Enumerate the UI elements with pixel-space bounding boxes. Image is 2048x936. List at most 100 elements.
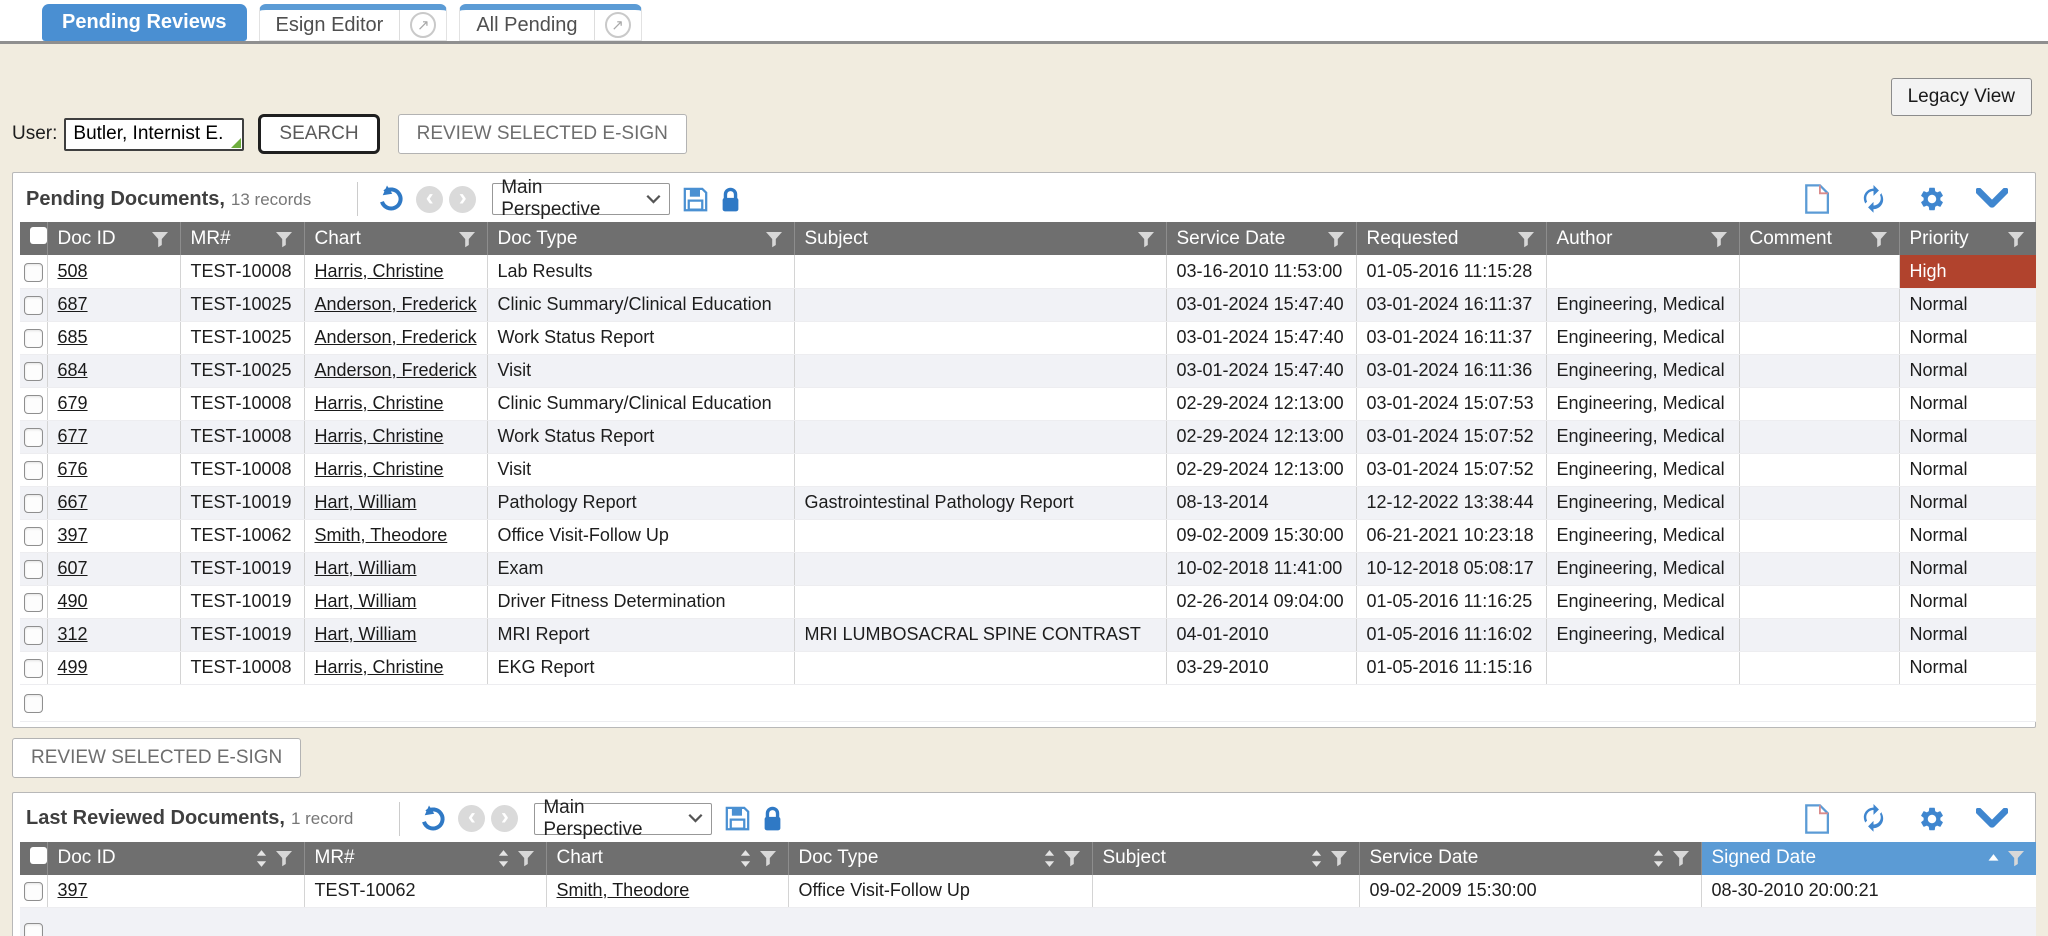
new-document-icon[interactable] bbox=[1804, 804, 1829, 834]
chart-link[interactable]: Harris, Christine bbox=[315, 261, 444, 281]
select-all-checkbox[interactable] bbox=[20, 222, 47, 255]
next-perspective-icon[interactable]: › bbox=[449, 186, 476, 213]
refresh-icon[interactable] bbox=[1859, 185, 1888, 214]
gear-icon[interactable] bbox=[1918, 185, 1946, 213]
doc-id-link[interactable]: 397 bbox=[58, 880, 88, 900]
filter-icon[interactable] bbox=[758, 848, 778, 868]
lock-icon[interactable] bbox=[719, 186, 742, 213]
sort-icon[interactable] bbox=[497, 848, 510, 869]
chart-link[interactable]: Harris, Christine bbox=[315, 657, 444, 677]
chart-link[interactable]: Hart, William bbox=[315, 591, 417, 611]
col-header-signed-date[interactable]: Signed Date bbox=[1701, 842, 2036, 875]
row-checkbox[interactable] bbox=[24, 461, 43, 480]
chart-link[interactable]: Smith, Theodore bbox=[557, 880, 690, 900]
col-header-chart[interactable]: Chart bbox=[546, 842, 788, 875]
filter-icon[interactable] bbox=[764, 229, 784, 249]
sort-icon[interactable] bbox=[739, 848, 752, 869]
filter-icon[interactable] bbox=[1709, 229, 1729, 249]
col-header-service-date[interactable]: Service Date bbox=[1359, 842, 1701, 875]
tab-esign-editor[interactable]: Esign Editor ↗ bbox=[259, 4, 448, 41]
row-checkbox[interactable] bbox=[24, 362, 43, 381]
col-header-mr[interactable]: MR# bbox=[304, 842, 546, 875]
gear-icon[interactable] bbox=[1918, 805, 1946, 833]
doc-id-link[interactable]: 687 bbox=[58, 294, 88, 314]
chart-link[interactable]: Hart, William bbox=[315, 492, 417, 512]
col-header-doc-type[interactable]: Doc Type bbox=[788, 842, 1092, 875]
col-header-doc-id[interactable]: Doc ID bbox=[47, 842, 304, 875]
doc-id-link[interactable]: 667 bbox=[58, 492, 88, 512]
doc-id-link[interactable]: 397 bbox=[58, 525, 88, 545]
sort-icon[interactable] bbox=[255, 848, 268, 869]
chart-link[interactable]: Hart, William bbox=[315, 558, 417, 578]
row-checkbox[interactable] bbox=[24, 329, 43, 348]
prev-perspective-icon[interactable]: ‹ bbox=[458, 805, 485, 832]
prev-perspective-icon[interactable]: ‹ bbox=[416, 186, 443, 213]
row-checkbox[interactable] bbox=[24, 560, 43, 579]
save-perspective-icon[interactable] bbox=[724, 805, 751, 832]
filter-icon[interactable] bbox=[457, 229, 477, 249]
next-perspective-icon[interactable]: › bbox=[491, 805, 518, 832]
doc-id-link[interactable]: 499 bbox=[58, 657, 88, 677]
doc-id-link[interactable]: 312 bbox=[58, 624, 88, 644]
user-input[interactable] bbox=[64, 118, 244, 151]
chart-link[interactable]: Hart, William bbox=[315, 624, 417, 644]
chart-link[interactable]: Anderson, Frederick bbox=[315, 327, 477, 347]
perspective-select[interactable]: Main Perspective bbox=[534, 803, 712, 835]
col-header-subject[interactable]: Subject bbox=[1092, 842, 1359, 875]
collapse-chevron-icon[interactable] bbox=[1976, 808, 2008, 830]
filter-icon[interactable] bbox=[2006, 229, 2026, 249]
filter-icon[interactable] bbox=[1516, 229, 1536, 249]
filter-icon[interactable] bbox=[2006, 848, 2026, 868]
select-all-checkbox[interactable] bbox=[20, 842, 47, 875]
row-checkbox[interactable] bbox=[24, 923, 43, 936]
chart-link[interactable]: Anderson, Frederick bbox=[315, 360, 477, 380]
collapse-chevron-icon[interactable] bbox=[1976, 188, 2008, 210]
filter-icon[interactable] bbox=[516, 848, 536, 868]
filter-icon[interactable] bbox=[274, 229, 294, 249]
lock-icon[interactable] bbox=[761, 805, 784, 832]
tab-pending-reviews[interactable]: Pending Reviews bbox=[42, 4, 247, 41]
popout-button[interactable]: ↗ bbox=[594, 10, 641, 40]
row-checkbox[interactable] bbox=[24, 296, 43, 315]
filter-icon[interactable] bbox=[1062, 848, 1082, 868]
doc-id-link[interactable]: 679 bbox=[58, 393, 88, 413]
sort-icon[interactable] bbox=[1310, 848, 1323, 869]
filter-icon[interactable] bbox=[1136, 229, 1156, 249]
review-selected-button-top[interactable]: REVIEW SELECTED E-SIGN bbox=[398, 114, 687, 154]
row-checkbox[interactable] bbox=[24, 494, 43, 513]
row-checkbox[interactable] bbox=[24, 626, 43, 645]
sort-icon[interactable] bbox=[1043, 848, 1056, 869]
filter-icon[interactable] bbox=[1671, 848, 1691, 868]
legacy-view-button[interactable]: Legacy View bbox=[1891, 78, 2032, 116]
row-checkbox[interactable] bbox=[24, 882, 43, 901]
reset-perspective-icon[interactable] bbox=[376, 184, 406, 214]
new-document-icon[interactable] bbox=[1804, 184, 1829, 214]
chart-link[interactable]: Smith, Theodore bbox=[315, 525, 448, 545]
doc-id-link[interactable]: 685 bbox=[58, 327, 88, 347]
row-checkbox[interactable] bbox=[24, 694, 43, 713]
perspective-select[interactable]: Main Perspective bbox=[492, 183, 670, 215]
doc-id-link[interactable]: 508 bbox=[58, 261, 88, 281]
chart-link[interactable]: Harris, Christine bbox=[315, 393, 444, 413]
reset-perspective-icon[interactable] bbox=[418, 804, 448, 834]
chart-link[interactable]: Harris, Christine bbox=[315, 459, 444, 479]
chart-link[interactable]: Harris, Christine bbox=[315, 426, 444, 446]
filter-icon[interactable] bbox=[1869, 229, 1889, 249]
filter-icon[interactable] bbox=[1326, 229, 1346, 249]
doc-id-link[interactable]: 684 bbox=[58, 360, 88, 380]
doc-id-link[interactable]: 490 bbox=[58, 591, 88, 611]
row-checkbox[interactable] bbox=[24, 428, 43, 447]
filter-icon[interactable] bbox=[274, 848, 294, 868]
sort-asc-icon[interactable] bbox=[1987, 852, 2000, 865]
row-checkbox[interactable] bbox=[24, 659, 43, 678]
search-button[interactable]: SEARCH bbox=[258, 114, 379, 154]
doc-id-link[interactable]: 676 bbox=[58, 459, 88, 479]
row-checkbox[interactable] bbox=[24, 263, 43, 282]
tab-all-pending[interactable]: All Pending ↗ bbox=[459, 4, 641, 41]
save-perspective-icon[interactable] bbox=[682, 186, 709, 213]
popout-button[interactable]: ↗ bbox=[399, 10, 446, 40]
refresh-icon[interactable] bbox=[1859, 804, 1888, 833]
chart-link[interactable]: Anderson, Frederick bbox=[315, 294, 477, 314]
row-checkbox[interactable] bbox=[24, 593, 43, 612]
sort-icon[interactable] bbox=[1652, 848, 1665, 869]
